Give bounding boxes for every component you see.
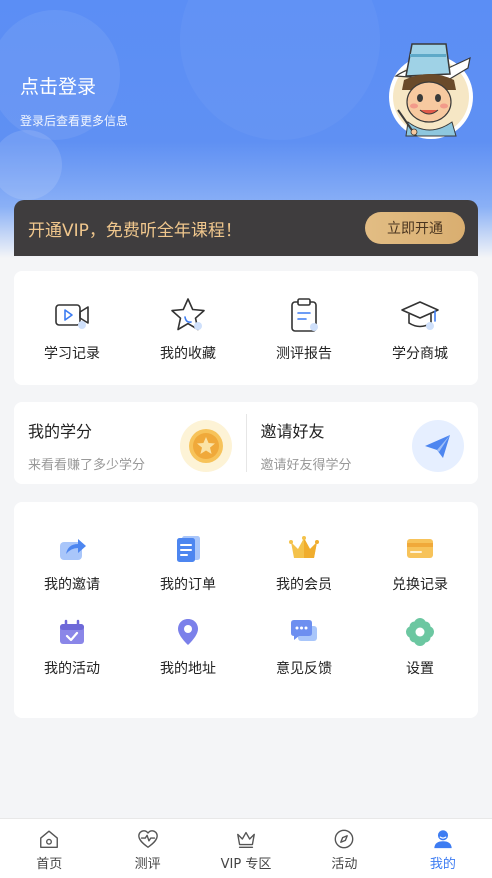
quick-link-label: 学分商城 xyxy=(392,346,448,362)
service-my-membership[interactable]: 我的会员 xyxy=(246,532,362,594)
service-settings[interactable]: 设置 xyxy=(362,616,478,678)
compass-icon xyxy=(335,829,354,849)
tab-label: 我的 xyxy=(429,857,456,872)
user-icon xyxy=(434,830,452,849)
order-icon xyxy=(177,536,200,562)
service-label: 意见反馈 xyxy=(276,661,332,677)
heart-pulse-icon xyxy=(137,830,158,848)
share-icon xyxy=(60,539,86,560)
decor-bubble xyxy=(0,130,62,200)
quick-links-card: 学习记录 我的收藏 测评报告 学分商城 xyxy=(14,271,478,385)
service-my-address[interactable]: 我的地址 xyxy=(130,616,246,678)
quick-link-label: 测评报告 xyxy=(276,346,332,362)
tab-label: VIP 专区 xyxy=(220,857,272,872)
profile-header: 点击登录 登录后查看更多信息 开通VIP，免费听全年课程！ 立即开通 xyxy=(0,0,492,258)
avatar[interactable] xyxy=(386,40,476,142)
credits-title: 我的学分 xyxy=(28,422,93,441)
quick-link-assessment-report[interactable]: 测评报告 xyxy=(246,271,362,385)
graduation-cap-icon xyxy=(401,301,439,330)
tab-label: 测评 xyxy=(134,857,161,872)
service-label: 我的订单 xyxy=(160,577,216,593)
tab-assessment[interactable]: 测评 xyxy=(98,819,196,878)
tab-home[interactable]: 首页 xyxy=(0,819,98,878)
open-vip-button[interactable]: 立即开通 xyxy=(365,212,465,244)
crown-outline-icon xyxy=(237,831,255,848)
my-credits-panel[interactable]: 我的学分 来看看赚了多少学分 xyxy=(14,402,246,484)
tab-label: 首页 xyxy=(36,857,63,872)
service-label: 我的地址 xyxy=(160,661,216,677)
service-label: 我的活动 xyxy=(44,661,100,677)
settings-icon xyxy=(406,618,434,646)
quick-link-label: 我的收藏 xyxy=(160,346,216,362)
clipboard-icon xyxy=(291,298,318,332)
services-card: 我的邀请 我的订单 我的会员 兑换记录 我的活动 我的地址 意见反馈 设置 xyxy=(14,502,478,718)
service-redeem-records[interactable]: 兑换记录 xyxy=(362,532,478,594)
video-record-icon xyxy=(55,304,89,329)
crown-icon xyxy=(289,536,319,558)
calendar-icon xyxy=(60,619,84,644)
credits-invite-card: 我的学分 来看看赚了多少学分 邀请好友 邀请好友得学分 xyxy=(14,402,478,484)
invite-friends-panel[interactable]: 邀请好友 邀请好友得学分 xyxy=(247,402,479,484)
home-icon xyxy=(40,830,59,848)
bottom-tab-bar: 首页 测评 VIP 专区 活动 我的 xyxy=(0,818,492,878)
service-my-activities[interactable]: 我的活动 xyxy=(14,616,130,678)
service-label: 我的会员 xyxy=(276,577,332,593)
service-my-orders[interactable]: 我的订单 xyxy=(130,532,246,594)
location-icon xyxy=(178,619,198,645)
vip-promo-text: 开通VIP，免费听全年课程！ xyxy=(28,220,242,241)
tab-activities[interactable]: 活动 xyxy=(295,819,393,878)
decor-bubble xyxy=(180,0,380,140)
invite-subtitle: 邀请好友得学分 xyxy=(260,458,352,473)
coin-icon xyxy=(179,420,232,472)
tab-mine[interactable]: 我的 xyxy=(394,819,492,878)
paper-plane-icon xyxy=(412,420,464,472)
service-label: 设置 xyxy=(406,661,434,677)
vip-banner: 开通VIP，免费听全年课程！ 立即开通 xyxy=(14,200,478,256)
card-icon xyxy=(407,539,433,558)
tab-label: 活动 xyxy=(331,857,358,872)
invite-title: 邀请好友 xyxy=(260,422,325,441)
star-icon xyxy=(171,298,205,331)
login-hint: 登录后查看更多信息 xyxy=(20,114,129,128)
quick-link-study-record[interactable]: 学习记录 xyxy=(14,271,130,385)
login-link[interactable]: 点击登录 xyxy=(20,72,96,99)
quick-link-label: 学习记录 xyxy=(44,346,100,362)
credits-subtitle: 来看看赚了多少学分 xyxy=(28,458,146,473)
service-feedback[interactable]: 意见反馈 xyxy=(246,616,362,678)
tab-vip-zone[interactable]: VIP 专区 xyxy=(197,819,295,878)
quick-link-credit-mall[interactable]: 学分商城 xyxy=(362,271,478,385)
service-label: 兑换记录 xyxy=(392,577,448,593)
service-my-invites[interactable]: 我的邀请 xyxy=(14,532,130,594)
service-label: 我的邀请 xyxy=(44,577,100,593)
quick-link-favorites[interactable]: 我的收藏 xyxy=(130,271,246,385)
feedback-icon xyxy=(291,620,317,641)
